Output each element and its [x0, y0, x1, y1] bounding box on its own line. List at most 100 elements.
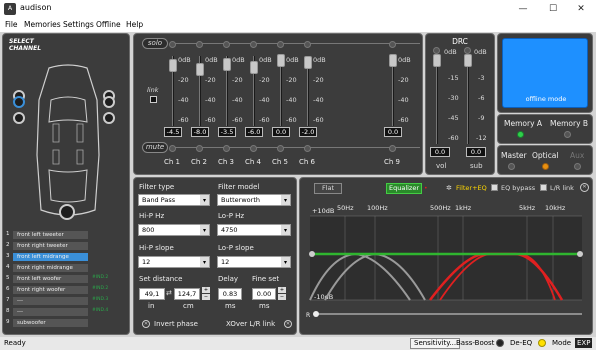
memory-b-label: Memory B	[550, 119, 589, 128]
offline-mode-display[interactable]: offline mode	[502, 38, 588, 108]
fader-scale-label: -40	[205, 96, 216, 104]
delay-field[interactable]: 0.83	[218, 288, 242, 300]
channel-label: Ch 2	[191, 158, 208, 166]
lop-slope-select[interactable]: 12 ▾	[217, 256, 291, 268]
distance-up-button[interactable]: +	[202, 287, 210, 293]
fader-scale-label: -40	[313, 96, 324, 104]
mute-led[interactable]	[304, 145, 311, 152]
channel-fader-knob[interactable]	[250, 61, 258, 74]
filter-type-select[interactable]: Band Pass ▾	[138, 194, 210, 206]
invert-phase-label: Invert phase	[154, 320, 198, 328]
fine-set-field[interactable]: 0.00	[252, 288, 276, 300]
sub-scale-label: 0dB	[474, 48, 487, 56]
fader-value: -4.5	[164, 127, 182, 137]
speaker-icon[interactable]	[103, 112, 115, 124]
channel-row[interactable]: 2 front right tweeter	[6, 242, 130, 250]
optical-led[interactable]	[542, 163, 549, 170]
menu-settings[interactable]: Settings	[63, 20, 94, 29]
distance-cm-field[interactable]: 124,7	[174, 288, 200, 300]
mute-led[interactable]	[169, 145, 176, 152]
menu-offline[interactable]: Offline	[96, 20, 121, 29]
close-icon[interactable]: ✕	[580, 183, 589, 192]
master-led[interactable]	[508, 163, 515, 170]
lop-hz-select[interactable]: 4750 ▾	[217, 224, 291, 236]
car-body	[36, 64, 100, 216]
minimize-button[interactable]: —	[508, 0, 538, 18]
distance-in-field[interactable]: 49,1	[139, 288, 165, 300]
app-logo-icon: A	[4, 3, 16, 15]
fader-scale-label: -20	[178, 76, 189, 84]
close-button[interactable]: ✕	[566, 0, 596, 18]
speaker-icon[interactable]	[13, 96, 25, 108]
channel-row[interactable]: 9 subwoofer	[6, 319, 130, 327]
lr-link-checkbox[interactable]	[540, 184, 547, 191]
distance-down-button[interactable]: −	[202, 294, 210, 300]
sub-fader-knob[interactable]	[464, 54, 472, 67]
equalizer-button[interactable]: Equalizer	[386, 183, 422, 194]
fader-scale-label: -40	[232, 96, 243, 104]
solo-led[interactable]	[169, 41, 176, 48]
subwoofer-icon[interactable]	[59, 204, 75, 220]
channel-row[interactable]: 3 front left midrange	[6, 253, 130, 261]
channel-row[interactable]: 1 front left tweeter	[6, 231, 130, 239]
menu-file[interactable]: File	[5, 20, 18, 29]
hip-slope-select[interactable]: 12 ▾	[138, 256, 210, 268]
solo-led[interactable]	[196, 41, 203, 48]
channel-row[interactable]: 7 --- #IND.3	[6, 297, 130, 305]
hip-hz-select[interactable]: 800 ▾	[138, 224, 210, 236]
channel-row[interactable]: 8 --- #IND.4	[6, 308, 130, 316]
maximize-button[interactable]: ☐	[538, 0, 568, 18]
channel-label: Ch 4	[245, 158, 262, 166]
solo-led[interactable]	[223, 41, 230, 48]
solo-led[interactable]	[250, 41, 257, 48]
eq-handle	[577, 251, 583, 257]
sensitivity-button[interactable]: Sensitivity...	[410, 338, 461, 349]
mute-led[interactable]	[196, 145, 203, 152]
eq-graph[interactable]: 50Hz 100Hz 500Hz 1kHz 5kHz 10kHz +10dB -10dB R	[300, 196, 592, 326]
link-checkbox[interactable]	[150, 96, 157, 103]
eq-bypass-checkbox[interactable]	[491, 184, 498, 191]
filter-model-select[interactable]: Butterworth ▾	[217, 194, 291, 206]
flat-button[interactable]: Flat	[314, 183, 342, 194]
solo-button[interactable]: solo	[142, 38, 168, 49]
channel-row[interactable]: 5 front left woofer #IND.2	[6, 275, 130, 283]
de-eq-led[interactable]	[538, 339, 546, 347]
channel-fader-knob[interactable]	[223, 58, 231, 72]
drc-title: DRC	[452, 37, 468, 46]
vol-scale-label: -15	[448, 74, 459, 82]
speaker-icon[interactable]	[13, 112, 25, 124]
vol-fader-knob[interactable]	[433, 54, 441, 67]
fine-set-up-button[interactable]: +	[278, 287, 286, 293]
speaker-icon[interactable]	[103, 96, 115, 108]
aux-led[interactable]	[574, 163, 581, 170]
solo-led[interactable]	[389, 41, 396, 48]
mute-led[interactable]	[223, 145, 230, 152]
channel-fader-knob[interactable]	[304, 56, 312, 70]
mute-led[interactable]	[277, 145, 284, 152]
invert-phase-icon[interactable]: ✕	[142, 320, 150, 328]
bass-boost-led[interactable]	[496, 339, 504, 347]
drc-panel: DRC 0dB -15 -30 -45 -60 0dB -3 -6 -9 -12…	[425, 33, 495, 175]
channel-fader-knob[interactable]	[169, 59, 177, 73]
channel-row[interactable]: 4 front right midrange	[6, 264, 130, 272]
status-bar: Ready Sensitivity... Bass-Boost De-EQ Mo…	[0, 337, 596, 350]
channel-fader-knob[interactable]	[277, 54, 285, 67]
menu-memories[interactable]: Memories	[24, 20, 61, 29]
filter-eq-label[interactable]: Filter+EQ	[456, 184, 487, 192]
fine-set-down-button[interactable]: −	[278, 294, 286, 300]
memory-a-led[interactable]	[517, 131, 524, 138]
mute-led[interactable]	[389, 145, 396, 152]
channel-fader-knob[interactable]	[196, 63, 204, 77]
mute-button[interactable]: mute	[142, 142, 168, 153]
xover-link-icon[interactable]: ✕	[284, 320, 292, 328]
memory-b-led[interactable]	[564, 131, 571, 138]
menu-help[interactable]: Help	[126, 20, 143, 29]
channel-row[interactable]: 6 front right woofer #IND.2	[6, 286, 130, 294]
channel-fader-knob[interactable]	[389, 54, 397, 67]
mute-led[interactable]	[250, 145, 257, 152]
freq-tick-label: 50Hz	[337, 204, 354, 212]
vol-fader-track[interactable]	[436, 56, 438, 144]
solo-led[interactable]	[277, 41, 284, 48]
solo-led[interactable]	[304, 41, 311, 48]
sub-fader-track[interactable]	[467, 56, 469, 144]
